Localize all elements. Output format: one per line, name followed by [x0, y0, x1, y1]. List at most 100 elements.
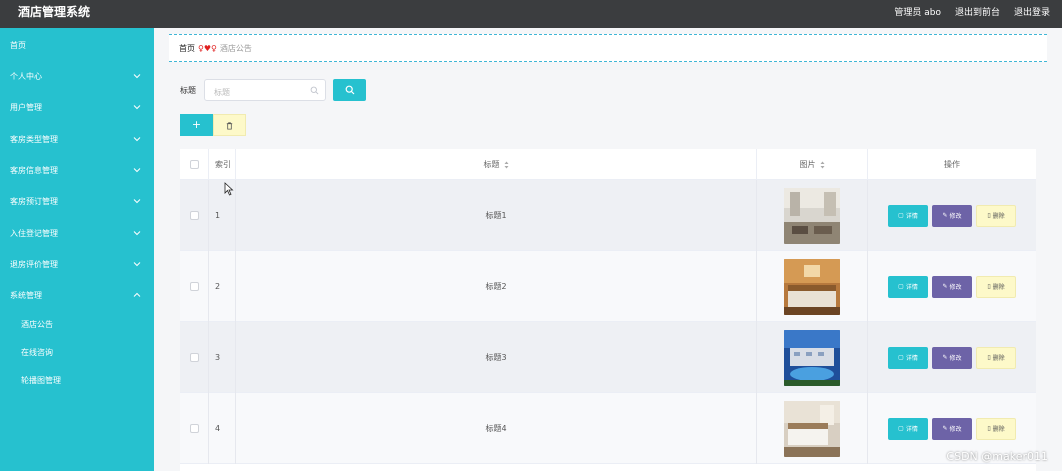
sidebar-item-bookings[interactable]: 客房预订管理: [0, 186, 154, 216]
row-checkbox[interactable]: [189, 353, 199, 362]
hotel-room-image[interactable]: [784, 258, 840, 315]
sidebar-item-home[interactable]: 首页: [0, 30, 154, 60]
sidebar-item-label: 用户管理: [10, 102, 42, 112]
chevron-up-icon: [133, 292, 141, 297]
batch-delete-button[interactable]: [213, 114, 246, 136]
sidebar-item-checkin[interactable]: 入住登记管理: [0, 218, 154, 248]
sidebar-item-label: 入住登记管理: [10, 228, 58, 238]
edit-label: 修改: [949, 213, 962, 220]
sidebar-item-profile[interactable]: 个人中心: [0, 61, 154, 91]
search-input[interactable]: [205, 82, 325, 103]
detail-button[interactable]: ▢ 详情: [888, 275, 928, 298]
edit-button[interactable]: ✎ 修改: [932, 204, 972, 227]
hotel-lobby-image[interactable]: [784, 187, 840, 244]
edit-icon: ✎: [942, 354, 948, 361]
sidebar-item-checkout-reviews[interactable]: 退房评价管理: [0, 249, 154, 279]
delete-button[interactable]: ▯ 删除: [976, 346, 1016, 369]
add-button[interactable]: +: [180, 114, 213, 136]
header-image-label: 图片: [799, 160, 816, 169]
sort-icon[interactable]: [820, 161, 825, 169]
detail-button[interactable]: ▢ 详情: [888, 346, 928, 369]
edit-button[interactable]: ✎ 修改: [932, 275, 972, 298]
trash-icon: ▯: [987, 425, 991, 432]
sidebar-item-label: 客房类型管理: [10, 134, 58, 144]
sidebar-subitem-carousel[interactable]: 轮播图管理: [0, 367, 154, 393]
delete-button[interactable]: ▯ 删除: [976, 417, 1016, 440]
mouse-cursor-icon: [224, 182, 234, 196]
hotel-bedroom-image[interactable]: [784, 400, 840, 457]
detail-icon: ▢: [898, 283, 904, 290]
sidebar-item-room-types[interactable]: 客房类型管理: [0, 124, 154, 154]
row-select[interactable]: [180, 322, 209, 393]
row-title: 标题3: [236, 322, 757, 393]
detail-button[interactable]: ▢ 详情: [888, 417, 928, 440]
app-title: 酒店管理系统: [18, 5, 91, 19]
delete-label: 删除: [992, 355, 1005, 362]
search-label: 标题: [180, 85, 196, 95]
action-row: +: [180, 114, 246, 136]
row-actions: ▢ 详情 ✎ 修改 ▯ 删除: [868, 322, 1036, 393]
edit-icon: ✎: [942, 425, 948, 432]
header-title-label: 标题: [483, 160, 500, 169]
sidebar-subitem-announcements[interactable]: 酒店公告: [0, 311, 154, 337]
sidebar-subitem-label: 酒店公告: [21, 319, 53, 329]
sidebar-item-label: 退房评价管理: [10, 259, 58, 269]
row-select[interactable]: [180, 393, 209, 464]
chevron-down-icon: [133, 262, 141, 267]
top-links: 管理员 abo 退出到前台 退出登录: [894, 0, 1050, 22]
row-checkbox[interactable]: [189, 424, 199, 433]
detail-icon: ▢: [898, 354, 904, 361]
row-select[interactable]: [180, 180, 209, 251]
row-checkbox[interactable]: [189, 211, 199, 220]
detail-label: 详情: [905, 213, 918, 220]
delete-label: 删除: [992, 426, 1005, 433]
header-image[interactable]: 图片: [757, 149, 868, 180]
go-frontend-link[interactable]: 退出到前台: [955, 5, 1000, 18]
delete-label: 删除: [992, 213, 1005, 220]
logout-link[interactable]: 退出登录: [1014, 5, 1050, 18]
edit-button[interactable]: ✎ 修改: [932, 346, 972, 369]
sidebar: 首页 个人中心 用户管理 客房类型管理 客房信息管理 客房预订管理 入住登记管理…: [0, 28, 154, 471]
select-all-checkbox[interactable]: [189, 160, 199, 169]
header-index: 索引: [209, 149, 236, 180]
edit-icon: ✎: [942, 212, 948, 219]
hotel-exterior-image[interactable]: [784, 329, 840, 386]
edit-label: 修改: [949, 284, 962, 291]
chevron-down-icon: [133, 137, 141, 142]
breadcrumb-home[interactable]: 首页: [179, 43, 195, 54]
sidebar-item-room-info[interactable]: 客房信息管理: [0, 155, 154, 185]
edit-button[interactable]: ✎ 修改: [932, 417, 972, 440]
sidebar-item-users[interactable]: 用户管理: [0, 92, 154, 122]
row-title: 标题1: [236, 180, 757, 251]
header-select-all[interactable]: [180, 149, 209, 180]
watermark: CSDN @maker011: [946, 450, 1048, 463]
sort-icon[interactable]: [504, 161, 509, 169]
row-select[interactable]: [180, 251, 209, 322]
sidebar-item-system[interactable]: 系统管理: [0, 280, 154, 310]
main-content: 首页 ♀♥♀ 酒店公告 标题 + 索引 标题: [154, 28, 1062, 471]
header-actions: 操作: [868, 149, 1036, 180]
chevron-down-icon: [133, 168, 141, 173]
search-icon: [310, 86, 319, 95]
search-button[interactable]: [333, 79, 366, 101]
row-image-cell: [757, 393, 868, 464]
search-field: [204, 79, 326, 103]
row-image-cell: [757, 322, 868, 393]
delete-button[interactable]: ▯ 删除: [976, 204, 1016, 227]
header-title[interactable]: 标题: [236, 149, 757, 180]
chevron-down-icon: [133, 199, 141, 204]
row-index: 3: [209, 322, 236, 393]
sidebar-subitem-consult[interactable]: 在线咨询: [0, 339, 154, 365]
chevron-down-icon: [133, 74, 141, 79]
detail-icon: ▢: [898, 212, 904, 219]
table-row: 4 标题4 ▢ 详情 ✎ 修改 ▯ 删除: [180, 393, 1036, 464]
detail-button[interactable]: ▢ 详情: [888, 204, 928, 227]
detail-label: 详情: [905, 426, 918, 433]
row-checkbox[interactable]: [189, 282, 199, 291]
sidebar-item-label: 首页: [10, 40, 26, 50]
detail-icon: ▢: [898, 425, 904, 432]
trash-icon: ▯: [987, 354, 991, 361]
delete-button[interactable]: ▯ 删除: [976, 275, 1016, 298]
sidebar-item-label: 客房信息管理: [10, 165, 58, 175]
edit-label: 修改: [949, 426, 962, 433]
